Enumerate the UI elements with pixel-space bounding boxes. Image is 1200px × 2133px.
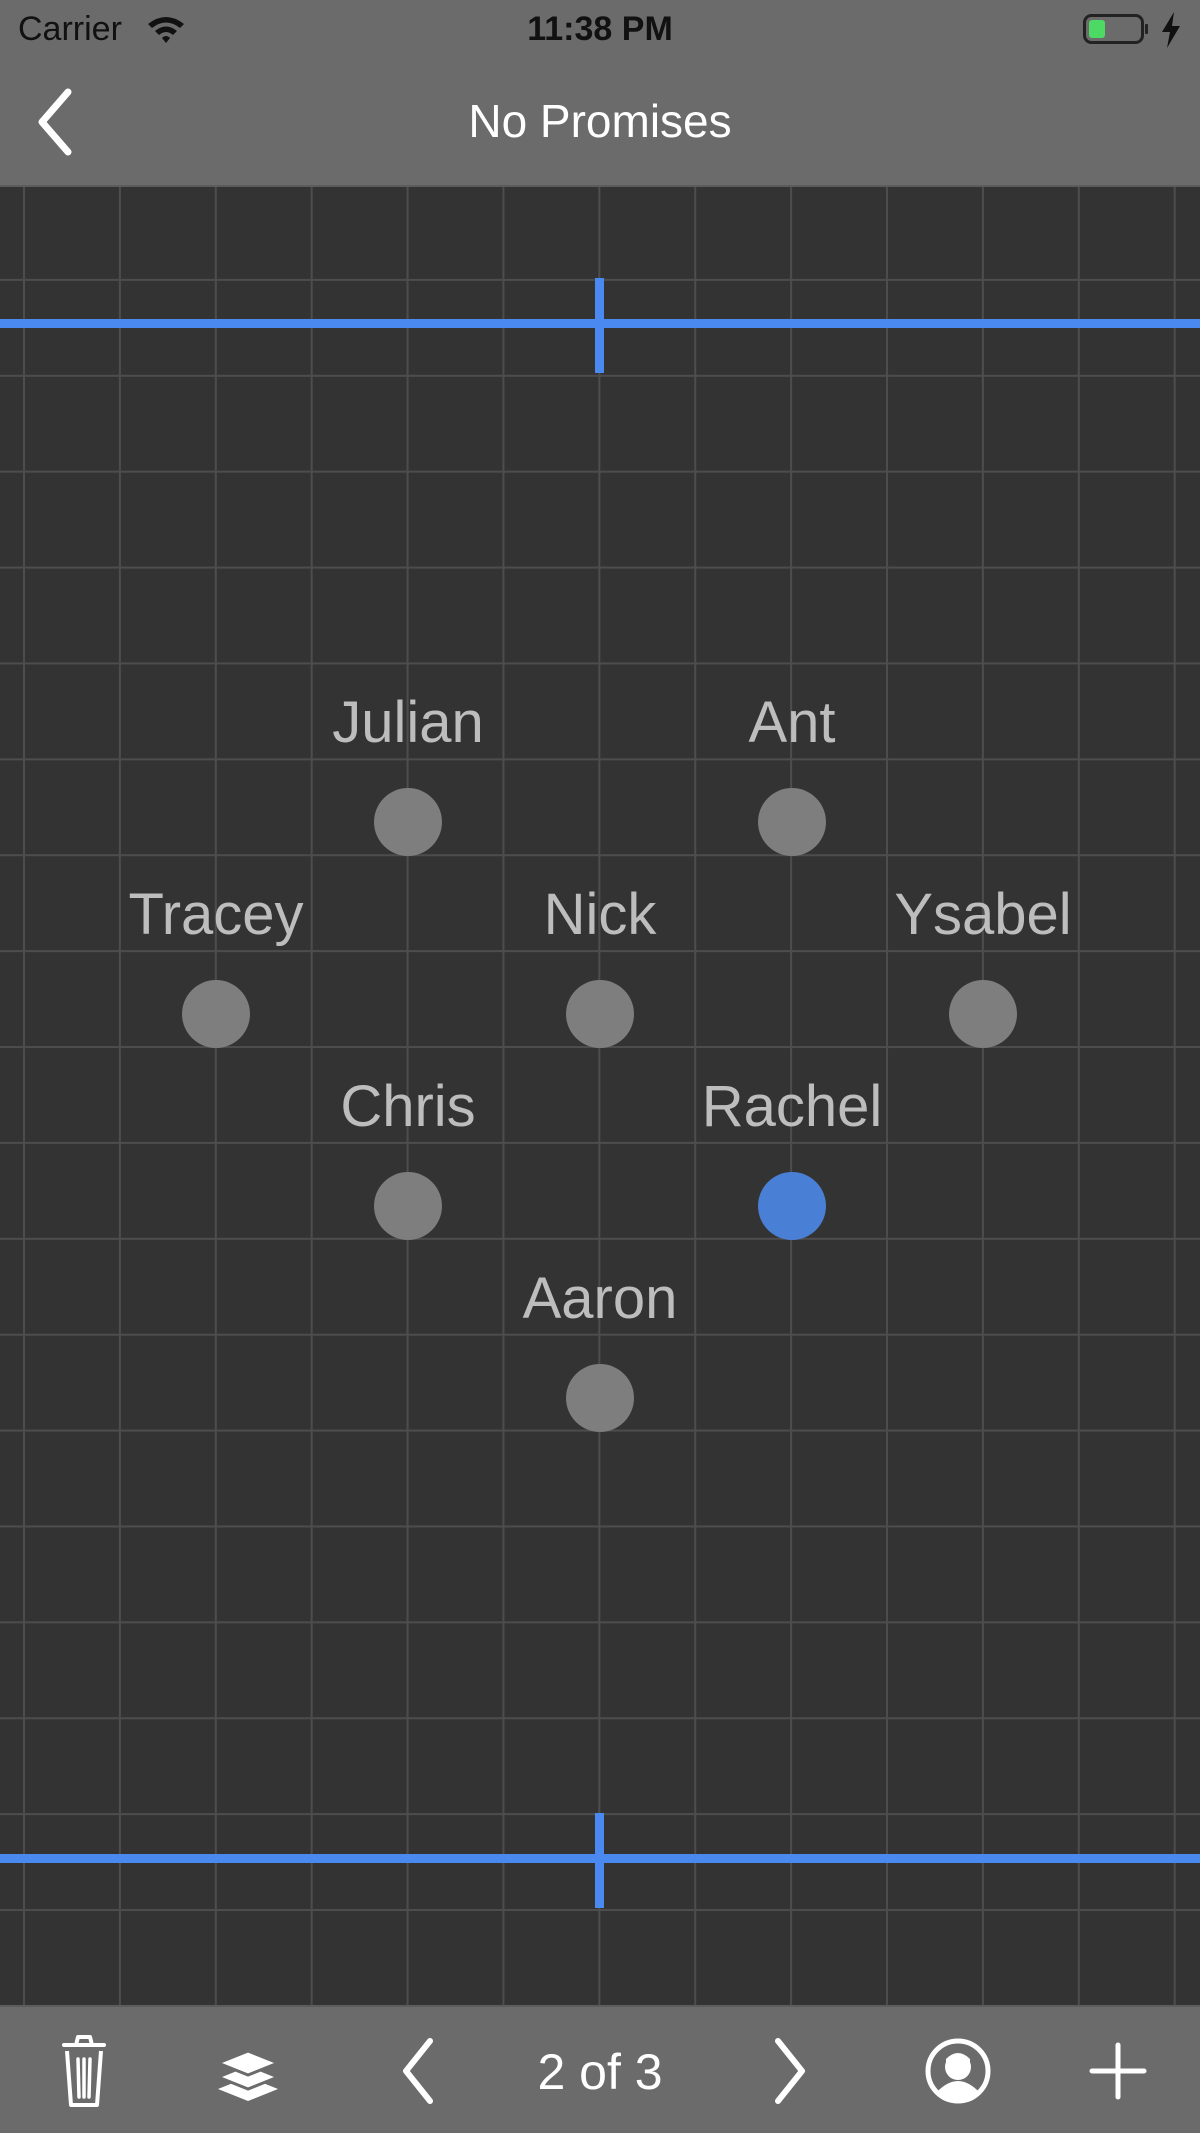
previous-page-button[interactable] bbox=[378, 2029, 462, 2113]
person-dot[interactable] bbox=[374, 788, 442, 856]
person-ysabel[interactable]: Ysabel bbox=[853, 880, 1113, 1050]
person-nick[interactable]: Nick bbox=[470, 880, 730, 1050]
person-dot[interactable] bbox=[566, 1364, 634, 1432]
page-title: No Promises bbox=[468, 95, 732, 147]
person-name: Nick bbox=[543, 882, 657, 947]
status-time: 11:38 PM bbox=[527, 10, 673, 48]
top-center-tick bbox=[595, 278, 604, 373]
person-dot-selected[interactable] bbox=[758, 1172, 826, 1240]
person-name: Chris bbox=[340, 1074, 476, 1139]
person-dot[interactable] bbox=[949, 980, 1017, 1048]
status-bar: Carrier 11:38 PM bbox=[0, 0, 1200, 60]
person-rachel[interactable]: Rachel bbox=[662, 1072, 922, 1242]
person-name: Aaron bbox=[522, 1266, 678, 1331]
page-indicator: 2 of 3 bbox=[537, 2044, 663, 2100]
layers-icon[interactable] bbox=[206, 2029, 290, 2113]
person-ant[interactable]: Ant bbox=[662, 688, 922, 858]
person-dot[interactable] bbox=[182, 980, 250, 1048]
person-tracey[interactable]: Tracey bbox=[86, 880, 346, 1050]
bottom-toolbar: 2 of 3 bbox=[0, 2005, 1200, 2133]
add-button[interactable] bbox=[1076, 2029, 1160, 2113]
person-dot[interactable] bbox=[758, 788, 826, 856]
navigation-bar: No Promises bbox=[0, 60, 1200, 187]
person-name: Ant bbox=[748, 690, 836, 755]
person-name: Rachel bbox=[701, 1074, 883, 1139]
person-aaron[interactable]: Aaron bbox=[470, 1264, 730, 1434]
person-name: Tracey bbox=[128, 882, 304, 947]
charging-bolt-icon bbox=[1162, 12, 1180, 48]
screen: Carrier 11:38 PM No Promises Julian Ant … bbox=[0, 0, 1200, 2133]
person-julian[interactable]: Julian bbox=[278, 688, 538, 858]
battery-icon bbox=[1083, 14, 1148, 44]
bottom-center-tick bbox=[595, 1813, 604, 1908]
person-chris[interactable]: Chris bbox=[278, 1072, 538, 1242]
person-dot[interactable] bbox=[374, 1172, 442, 1240]
person-name: Ysabel bbox=[894, 882, 1072, 947]
person-icon[interactable] bbox=[916, 2029, 1000, 2113]
person-dot[interactable] bbox=[566, 980, 634, 1048]
person-name: Julian bbox=[332, 690, 484, 755]
trash-icon[interactable] bbox=[42, 2029, 126, 2113]
next-page-button[interactable] bbox=[746, 2029, 830, 2113]
formation-canvas[interactable]: Julian Ant Tracey Nick Ysabel Chris Rach… bbox=[0, 187, 1200, 2005]
